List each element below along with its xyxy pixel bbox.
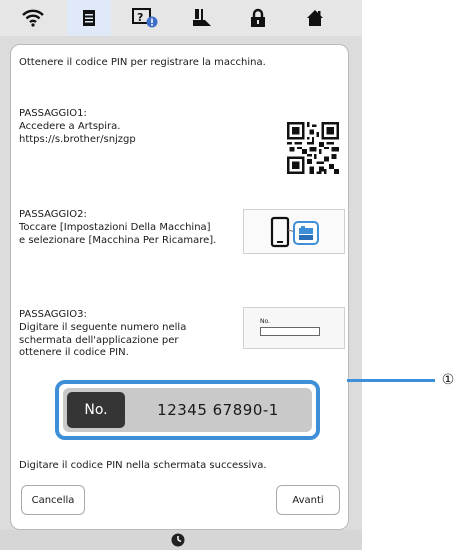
foot-icon [193, 9, 211, 26]
no-field-label: No. [260, 318, 270, 325]
tab-wifi[interactable] [11, 0, 55, 36]
document-icon [83, 10, 95, 26]
pin-dialog: Ottenere il codice PIN per registrare la… [10, 44, 349, 530]
next-button[interactable]: Avanti [276, 485, 340, 515]
step3-title: PASSAGGIO3: [19, 309, 87, 320]
step2-text: Toccare [Impostazioni Della Macchina] e … [19, 222, 217, 246]
app-settings-illustration [243, 209, 345, 254]
intro-text: Ottenere il codice PIN per registrare la… [19, 57, 266, 68]
step1-title: PASSAGGIO1: [19, 108, 87, 119]
pin-number-display: No. 12345 67890-1 [63, 388, 312, 432]
pin-number-highlight: No. 12345 67890-1 [55, 380, 320, 440]
clock-icon[interactable] [171, 533, 185, 547]
tab-document[interactable] [67, 0, 111, 36]
pin-number-label: No. [67, 392, 125, 428]
pin-number-value: 12345 67890-1 [157, 401, 279, 419]
qr-code-icon [287, 122, 339, 174]
svg-text:?: ? [137, 11, 143, 24]
step2-title: PASSAGGIO2: [19, 209, 87, 220]
home-icon [307, 10, 323, 26]
step3-text: Digitare il seguente numero nella scherm… [19, 322, 187, 358]
callout-number: ① [441, 372, 455, 388]
step1-text: Accedere a Artspira. https://s.brother/s… [19, 121, 136, 145]
tab-lock[interactable] [236, 0, 280, 36]
tab-presser-foot[interactable] [180, 0, 224, 36]
lock-icon [251, 8, 265, 27]
bottom-note: Digitare il codice PIN nella schermata s… [19, 460, 267, 471]
callout-line [347, 379, 435, 382]
wifi-icon [22, 9, 44, 27]
machine-screen: ? Ottenere il codice PIN per registrare … [0, 0, 362, 550]
app-number-field-illustration: No. [243, 307, 345, 349]
cancel-button[interactable]: Cancella [21, 485, 85, 515]
help-icon: ? [132, 8, 158, 28]
tab-help[interactable]: ? [123, 0, 167, 36]
phone-machine-icon [270, 216, 319, 248]
tab-home[interactable] [293, 0, 337, 36]
no-field-box [260, 327, 320, 336]
top-toolbar: ? [0, 0, 362, 36]
